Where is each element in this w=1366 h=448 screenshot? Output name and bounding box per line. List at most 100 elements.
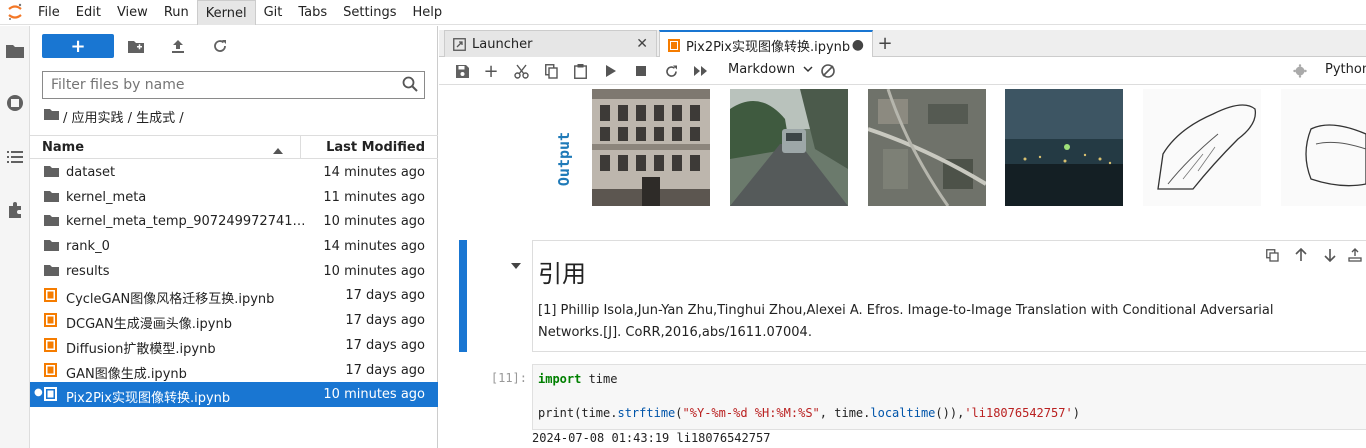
menu-kernel[interactable]: Kernel [196, 0, 256, 25]
cell-type-select[interactable]: Markdown [728, 62, 813, 77]
chevron-down-icon [799, 62, 813, 77]
cell-output: 2024-07-08 01:43:19 li18076542757 [532, 431, 771, 445]
tab-label: Launcher [472, 36, 533, 52]
file-row[interactable]: results 10 minutes ago [30, 259, 438, 284]
menu-help[interactable]: Help [405, 0, 451, 25]
file-filter-input[interactable] [43, 72, 383, 98]
file-modified: 17 days ago [345, 362, 425, 378]
markdown-cell[interactable]: 引用 [1] Phillip Isola,Jun-Yan Zhu,Tinghui… [459, 240, 1366, 352]
menu-edit[interactable]: Edit [68, 0, 109, 25]
file-row[interactable]: kernel_meta 11 minutes ago [30, 185, 438, 210]
output-image-shoe-sketch-2 [1281, 89, 1366, 206]
move-down-icon[interactable] [1321, 246, 1339, 264]
collapse-caret-icon[interactable] [511, 258, 521, 273]
file-list-header: Name Last Modified [30, 135, 438, 159]
file-row[interactable]: GAN图像生成.ipynb 17 days ago [30, 358, 438, 383]
file-row[interactable]: CycleGAN图像风格迁移互换.ipynb 17 days ago [30, 283, 438, 308]
run-icon[interactable] [602, 62, 620, 80]
code-function: strftime [617, 406, 676, 420]
file-modified: 10 minutes ago [323, 214, 425, 230]
extension-icon[interactable] [4, 199, 26, 221]
file-row[interactable]: ● Pix2Pix实现图像转换.ipynb 10 minutes ago [30, 382, 438, 407]
menu-view[interactable]: View [109, 0, 156, 25]
restart-icon[interactable] [662, 62, 680, 80]
save-icon[interactable] [453, 62, 471, 80]
upload-icon[interactable] [168, 36, 188, 56]
duplicate-cell-icon[interactable] [1263, 246, 1281, 264]
notebook-content: Output 引用 [1] Phillip Isola,Jun-Yan Zhu,… [439, 86, 1366, 448]
stop-icon[interactable] [632, 62, 650, 80]
menu-run[interactable]: Run [156, 0, 197, 25]
copy-icon[interactable] [542, 62, 560, 80]
file-name: kernel_meta_temp_9072499727411165... [66, 214, 306, 230]
code-line-2: print(time.strftime("%Y-%m-%d %H:%M:%S",… [538, 405, 1361, 422]
folder-icon [44, 214, 60, 228]
tab-notebook[interactable]: Pix2Pix实现图像转换.ipynb ● [659, 30, 873, 58]
markdown-reference: [1] Phillip Isola,Jun-Yan Zhu,Tinghui Zh… [538, 303, 1274, 340]
close-icon[interactable]: ✕ [636, 36, 648, 52]
file-name: Diffusion扩散模型.ipynb [66, 341, 216, 357]
new-folder-icon[interactable] [126, 36, 146, 56]
move-up-icon[interactable] [1292, 246, 1310, 264]
notebook-icon [44, 313, 60, 328]
active-cell-bar[interactable] [459, 240, 467, 352]
modified-column-header[interactable]: Last Modified [326, 140, 425, 155]
menu-settings[interactable]: Settings [335, 0, 404, 25]
code-text: , time. [819, 406, 871, 420]
notebook-icon [668, 38, 680, 52]
file-row[interactable]: Diffusion扩散模型.ipynb 17 days ago [30, 333, 438, 358]
new-launcher-button[interactable]: + [42, 34, 114, 58]
fast-forward-icon[interactable] [692, 62, 710, 80]
file-name: dataset [66, 165, 116, 180]
menu-tabs[interactable]: Tabs [290, 0, 335, 25]
add-tab-icon[interactable]: + [875, 33, 895, 54]
kernel-name[interactable]: Python [1325, 62, 1366, 77]
paste-icon[interactable] [571, 62, 589, 80]
activity-bar [0, 26, 30, 448]
code-cell[interactable]: [11]: import time print(time.strftime("%… [459, 364, 1366, 430]
output-label: Output [555, 132, 573, 186]
tab-launcher[interactable]: Launcher ✕ [444, 30, 657, 57]
file-name: kernel_meta [66, 189, 147, 205]
output-image-facade [592, 89, 710, 206]
folder-icon [44, 190, 60, 204]
insert-above-icon[interactable] [1347, 246, 1363, 264]
toc-icon[interactable] [4, 146, 26, 168]
folder-icon [44, 239, 60, 253]
file-name: DCGAN生成漫画头像.ipynb [66, 317, 232, 333]
file-row[interactable]: rank_0 14 minutes ago [30, 234, 438, 259]
name-column-header[interactable]: Name [42, 140, 84, 155]
running-icon[interactable] [4, 92, 26, 114]
column-divider [300, 136, 301, 159]
code-text: ) [1072, 406, 1080, 420]
file-filter-box [42, 71, 425, 99]
file-row[interactable]: kernel_meta_temp_9072499727411165... 10 m… [30, 209, 438, 234]
home-folder-icon[interactable] [44, 108, 59, 124]
code-editor[interactable]: import time print(time.strftime("%Y-%m-%… [532, 364, 1366, 430]
notebook-icon [44, 337, 60, 352]
launcher-icon [453, 37, 466, 51]
git-icon[interactable] [819, 62, 837, 80]
cut-icon[interactable] [512, 62, 530, 80]
sort-up-icon[interactable] [273, 143, 283, 158]
folder-icon [44, 264, 60, 278]
menu-git[interactable]: Git [256, 0, 291, 25]
code-text: ()), [935, 406, 965, 420]
unsaved-dot-icon[interactable]: ● [852, 37, 864, 53]
output-image-street [730, 89, 848, 206]
insert-cell-icon[interactable]: + [482, 61, 500, 82]
refresh-icon[interactable] [210, 36, 230, 56]
cell-type-value: Markdown [728, 62, 796, 77]
file-modified: 17 days ago [345, 313, 425, 329]
breadcrumb-path[interactable]: / 应用实践 / 生成式 / [63, 107, 184, 126]
menu-file[interactable]: File [30, 0, 68, 25]
file-name: rank_0 [66, 239, 110, 255]
folder-icon[interactable] [4, 40, 26, 62]
file-browser-toolbar: + [30, 26, 438, 62]
jupyter-logo-icon[interactable] [0, 0, 30, 25]
file-name: CycleGAN图像风格迁移互换.ipynb [66, 292, 275, 308]
output-image-night [1005, 89, 1123, 206]
notebook-panel: Launcher ✕ Pix2Pix实现图像转换.ipynb ● + + Mar… [439, 26, 1366, 448]
file-row[interactable]: dataset 14 minutes ago [30, 160, 438, 185]
file-row[interactable]: DCGAN生成漫画头像.ipynb 17 days ago [30, 308, 438, 333]
